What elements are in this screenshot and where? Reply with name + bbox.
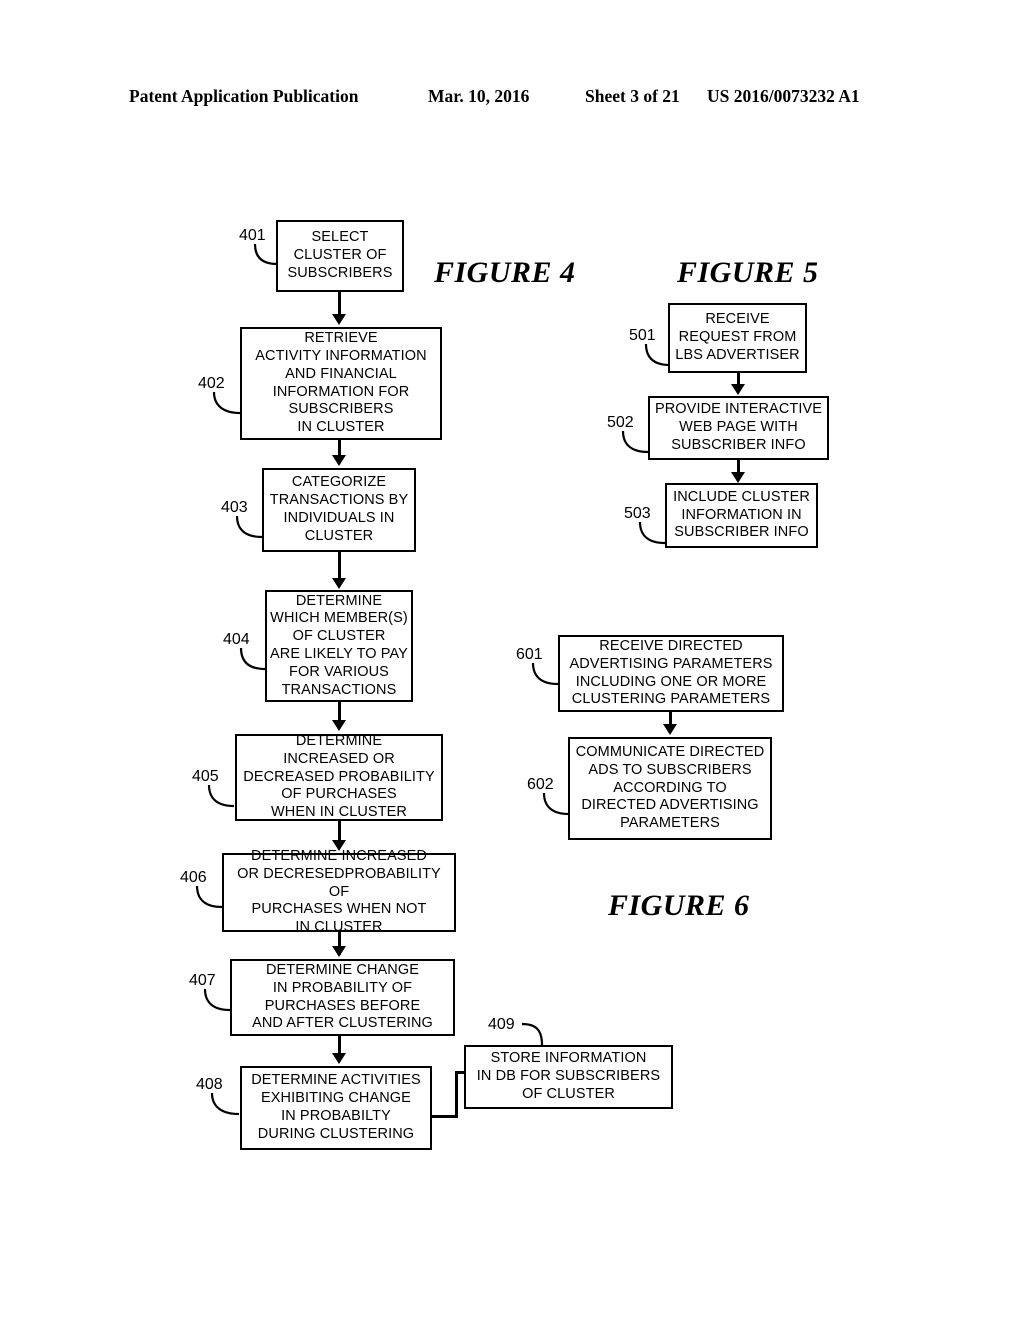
flow-box-602[interactable]: COMMUNICATE DIRECTED ADS TO SUBSCRIBERS … xyxy=(568,737,772,840)
flow-box-404-text: DETERMINE WHICH MEMBER(S) OF CLUSTER ARE… xyxy=(270,592,408,698)
leader-line-408 xyxy=(210,1092,243,1119)
ref-numeral-406: 406 xyxy=(180,869,207,886)
leader-line-403 xyxy=(235,515,266,542)
flow-box-503-text: INCLUDE CLUSTER INFORMATION IN SUBSCRIBE… xyxy=(673,488,810,541)
connector-404-405 xyxy=(338,702,341,722)
leader-line-405 xyxy=(207,784,238,811)
arrowhead-401-402 xyxy=(332,314,346,325)
flow-box-501-text: RECEIVE REQUEST FROM LBS ADVERTISER xyxy=(675,311,800,363)
arrowhead-406-407 xyxy=(332,946,346,957)
ref-numeral-407: 407 xyxy=(189,972,216,989)
flow-box-407-text: DETERMINE CHANGE IN PROBABILITY OF PURCH… xyxy=(252,961,433,1032)
ref-numeral-503: 503 xyxy=(624,505,651,522)
leader-line-409 xyxy=(521,1022,548,1048)
leader-line-501 xyxy=(644,343,674,370)
flow-box-403[interactable]: CATEGORIZE TRANSACTIONS BY INDIVIDUALS I… xyxy=(262,468,416,552)
arrowhead-501-502 xyxy=(731,384,745,395)
ref-numeral-404: 404 xyxy=(223,631,250,648)
arrowhead-407-408 xyxy=(332,1053,346,1064)
header-sheet-label: Sheet 3 of 21 xyxy=(585,86,680,106)
flow-box-601-text: RECEIVE DIRECTED ADVERTISING PARAMETERS … xyxy=(569,637,773,708)
leader-line-401 xyxy=(253,243,281,270)
leader-line-406 xyxy=(195,885,226,912)
header-date-label: Mar. 10, 2016 xyxy=(428,86,530,106)
connector-405-406 xyxy=(338,821,341,842)
patent-drawing-page: Patent Application Publication Mar. 10, … xyxy=(0,0,1024,1320)
figure-5-title: FIGURE 5 xyxy=(677,256,819,289)
ref-numeral-402: 402 xyxy=(198,375,225,392)
leader-line-601 xyxy=(531,662,562,689)
leader-line-402 xyxy=(212,391,244,418)
flow-box-401[interactable]: SELECT CLUSTER OF SUBSCRIBERS xyxy=(276,220,404,292)
arrowhead-402-403 xyxy=(332,455,346,466)
flow-box-501[interactable]: RECEIVE REQUEST FROM LBS ADVERTISER xyxy=(668,303,807,373)
connector-403-404 xyxy=(338,552,341,580)
ref-numeral-405: 405 xyxy=(192,768,219,785)
flow-box-502-text: PROVIDE INTERACTIVE WEB PAGE WITH SUBSCR… xyxy=(654,401,823,453)
ref-numeral-401: 401 xyxy=(239,227,266,244)
arrowhead-502-503 xyxy=(731,472,745,483)
arrowhead-404-405 xyxy=(332,720,346,731)
flow-box-401-text: SELECT CLUSTER OF SUBSCRIBERS xyxy=(287,229,393,281)
connector-401-402 xyxy=(338,292,341,316)
ref-numeral-501: 501 xyxy=(629,327,656,344)
flow-box-404[interactable]: DETERMINE WHICH MEMBER(S) OF CLUSTER ARE… xyxy=(265,590,413,702)
flow-box-402[interactable]: RETRIEVE ACTIVITY INFORMATION AND FINANC… xyxy=(240,327,442,440)
flow-box-405[interactable]: DETERMINE INCREASED OR DECREASED PROBABI… xyxy=(235,732,443,821)
page-header: Patent Application Publication Mar. 10, … xyxy=(0,86,1024,112)
leader-line-404 xyxy=(239,647,269,674)
figure-4-title: FIGURE 4 xyxy=(434,256,576,289)
ref-numeral-403: 403 xyxy=(221,499,248,516)
flow-box-406-text: DETERMINE INCREASED OR DECRESEDPROBABILI… xyxy=(237,847,441,936)
flow-box-602-text: COMMUNICATE DIRECTED ADS TO SUBSCRIBERS … xyxy=(575,743,765,832)
figure-6-title: FIGURE 6 xyxy=(608,889,750,922)
arrowhead-403-404 xyxy=(332,578,346,589)
ref-numeral-601: 601 xyxy=(516,646,543,663)
flow-box-402-text: RETRIEVE ACTIVITY INFORMATION AND FINANC… xyxy=(255,330,427,436)
flow-box-408-text: DETERMINE ACTIVITIES EXHIBITING CHANGE I… xyxy=(251,1072,421,1142)
flow-box-502[interactable]: PROVIDE INTERACTIVE WEB PAGE WITH SUBSCR… xyxy=(648,396,829,460)
flow-box-601[interactable]: RECEIVE DIRECTED ADVERTISING PARAMETERS … xyxy=(558,635,784,712)
header-publication-label: Patent Application Publication xyxy=(129,86,359,106)
leader-line-407 xyxy=(203,988,234,1015)
header-patent-number: US 2016/0073232 A1 xyxy=(707,86,860,106)
flow-box-405-text: DETERMINE INCREASED OR DECREASED PROBABI… xyxy=(243,732,435,821)
flow-box-406[interactable]: DETERMINE INCREASED OR DECRESEDPROBABILI… xyxy=(222,848,456,935)
flow-box-409[interactable]: STORE INFORMATION IN DB FOR SUBSCRIBERS … xyxy=(464,1045,673,1109)
flow-box-503[interactable]: INCLUDE CLUSTER INFORMATION IN SUBSCRIBE… xyxy=(665,483,818,548)
leader-line-502 xyxy=(621,430,652,457)
leader-line-602 xyxy=(542,792,573,819)
flow-box-408[interactable]: DETERMINE ACTIVITIES EXHIBITING CHANGE I… xyxy=(240,1066,432,1150)
arrowhead-601-602 xyxy=(663,724,677,735)
leader-line-503 xyxy=(638,521,669,548)
ref-numeral-409: 409 xyxy=(488,1016,515,1033)
ref-numeral-602: 602 xyxy=(527,776,554,793)
flow-box-403-text: CATEGORIZE TRANSACTIONS BY INDIVIDUALS I… xyxy=(269,474,409,544)
flow-box-409-text: STORE INFORMATION IN DB FOR SUBSCRIBERS … xyxy=(476,1050,661,1102)
ref-numeral-502: 502 xyxy=(607,414,634,431)
connector-408-409-seg2 xyxy=(455,1072,458,1118)
ref-numeral-408: 408 xyxy=(196,1076,223,1093)
flow-box-407[interactable]: DETERMINE CHANGE IN PROBABILITY OF PURCH… xyxy=(230,959,455,1036)
